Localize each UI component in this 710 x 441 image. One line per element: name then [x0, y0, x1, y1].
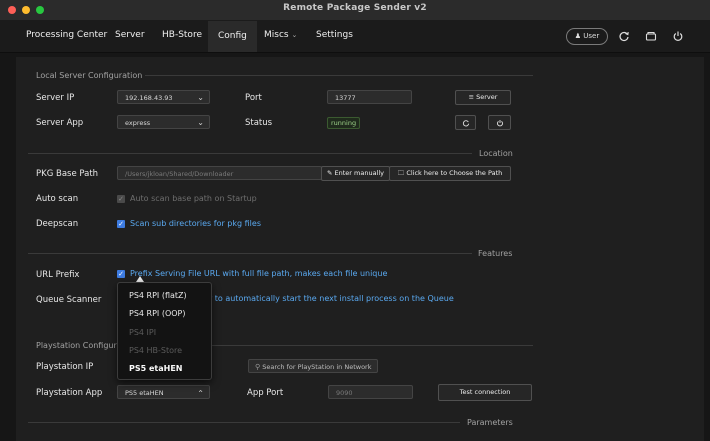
deepscan-checkbox[interactable]: ✓ — [117, 220, 125, 228]
check-icon: ✓ — [118, 270, 124, 278]
pkg-base-path-value: /Users/jkloan/Shared/Downloader — [125, 170, 234, 178]
section-divider — [28, 253, 472, 254]
playstation-app-select[interactable]: PS5 etaHEN ⌃ — [117, 385, 210, 399]
chevron-down-icon: ⌄ — [291, 31, 298, 39]
chevron-up-icon: ⌃ — [197, 389, 204, 398]
dropdown-option-disabled: PS4 HB-Store — [129, 346, 183, 355]
dropdown-option-selected[interactable]: PS5 etaHEN — [129, 364, 182, 373]
section-divider — [28, 422, 460, 423]
playstation-app-dropdown: PS4 RPI (flatZ) PS4 RPI (OOP) PS4 IPI PS… — [117, 282, 212, 380]
enter-manually-button[interactable]: ✎ Enter manually — [321, 166, 390, 181]
app-port-label: App Port — [247, 388, 284, 398]
url-prefix-checkbox[interactable]: ✓ — [117, 270, 125, 278]
server-app-value: express — [125, 119, 151, 127]
queue-scanner-label: Queue Scanner — [36, 295, 102, 305]
section-parameters-title: Parameters — [467, 418, 513, 427]
menu-config[interactable]: Config — [208, 21, 257, 52]
section-divider — [210, 345, 533, 346]
user-icon: ♟ — [574, 32, 582, 40]
menu-hb-store[interactable]: HB-Store — [162, 30, 202, 40]
playstation-app-value: PS5 etaHEN — [125, 389, 164, 397]
menu-bar: Processing Center Server HB-Store Config… — [0, 20, 710, 53]
section-features-title: Features — [478, 249, 513, 258]
test-connection-button[interactable]: Test connection — [438, 384, 532, 401]
user-label: User — [583, 32, 600, 40]
chevron-down-icon: ⌄ — [197, 93, 204, 102]
port-input[interactable]: 13777 — [327, 90, 412, 104]
refresh-icon — [462, 120, 469, 127]
power-icon — [496, 120, 503, 127]
section-playstation-title: Playstation Configura — [36, 341, 122, 350]
playstation-ip-label: Playstation IP — [36, 362, 94, 372]
server-button-label: Server — [476, 93, 498, 101]
check-icon: ✓ — [118, 220, 124, 228]
menu-icon: ≡ — [468, 93, 475, 101]
dropdown-option[interactable]: PS4 RPI (flatZ) — [129, 291, 187, 300]
section-location-title: Location — [479, 149, 513, 158]
storage-icon[interactable] — [645, 30, 657, 42]
app-window: Remote Package Sender v2 Processing Cent… — [0, 0, 710, 441]
autoscan-text: Auto scan base path on Startup — [130, 194, 257, 203]
stop-server-button[interactable] — [488, 115, 511, 130]
pkg-base-path-label: PKG Base Path — [36, 169, 99, 179]
app-port-value: 9090 — [336, 389, 353, 397]
enter-manually-label: Enter manually — [334, 169, 385, 177]
window-title: Remote Package Sender v2 — [283, 3, 427, 13]
choose-path-label: Click here to Choose the Path — [406, 169, 503, 177]
menu-miscs[interactable]: Miscs ⌄ — [264, 30, 297, 40]
menu-settings[interactable]: Settings — [316, 30, 353, 40]
server-ip-select[interactable]: 192.168.43.93 ⌄ — [117, 90, 210, 104]
dropdown-option-disabled: PS4 IPI — [129, 328, 157, 337]
pkg-base-path-input[interactable]: /Users/jkloan/Shared/Downloader — [117, 166, 322, 180]
status-badge: running — [327, 117, 361, 129]
user-button[interactable]: ♟ User — [566, 28, 608, 45]
deepscan-text: Scan sub directories for pkg files — [130, 219, 261, 228]
server-app-label: Server App — [36, 118, 84, 128]
search-icon: ⚲ — [255, 363, 261, 371]
url-prefix-text: Prefix Serving File URL with full file p… — [130, 269, 388, 278]
deepscan-label: Deepscan — [36, 219, 79, 229]
dropdown-option[interactable]: PS4 RPI (OOP) — [129, 309, 185, 318]
section-divider — [145, 75, 533, 76]
menu-miscs-label: Miscs — [264, 30, 289, 40]
app-port-input[interactable]: 9090 — [328, 385, 413, 399]
choose-path-button[interactable]: 🗀 Click here to Choose the Path — [389, 166, 511, 181]
menu-server[interactable]: Server — [115, 30, 145, 40]
section-local-server-title: Local Server Configuration — [36, 71, 143, 80]
port-value: 13777 — [335, 94, 356, 102]
autoscan-label: Auto scan — [36, 194, 79, 204]
check-icon: ✓ — [118, 195, 124, 203]
server-app-select[interactable]: express ⌄ — [117, 115, 210, 129]
edit-icon: ✎ — [326, 169, 333, 177]
queue-scanner-text: er to automatically start the next insta… — [204, 294, 454, 303]
server-button[interactable]: ≡ Server — [455, 90, 511, 105]
chevron-down-icon: ⌄ — [197, 118, 204, 127]
refresh-icon[interactable] — [618, 30, 630, 42]
power-icon[interactable] — [672, 30, 684, 42]
playstation-search-placeholder: Search for PlayStation in Network — [262, 363, 372, 371]
port-label: Port — [245, 93, 262, 103]
status-label: Status — [245, 118, 273, 128]
restart-server-button[interactable] — [455, 115, 476, 130]
playstation-app-label: Playstation App — [36, 388, 103, 398]
url-prefix-label: URL Prefix — [36, 270, 80, 280]
menu-processing-center[interactable]: Processing Center — [26, 30, 107, 40]
server-ip-label: Server IP — [36, 93, 75, 103]
section-divider — [28, 153, 472, 154]
title-bar: Remote Package Sender v2 — [0, 0, 710, 21]
autoscan-checkbox[interactable]: ✓ — [117, 195, 125, 203]
server-ip-value: 192.168.43.93 — [125, 94, 173, 102]
folder-icon: 🗀 — [397, 169, 405, 177]
playstation-search-input[interactable]: ⚲ Search for PlayStation in Network — [248, 359, 378, 373]
